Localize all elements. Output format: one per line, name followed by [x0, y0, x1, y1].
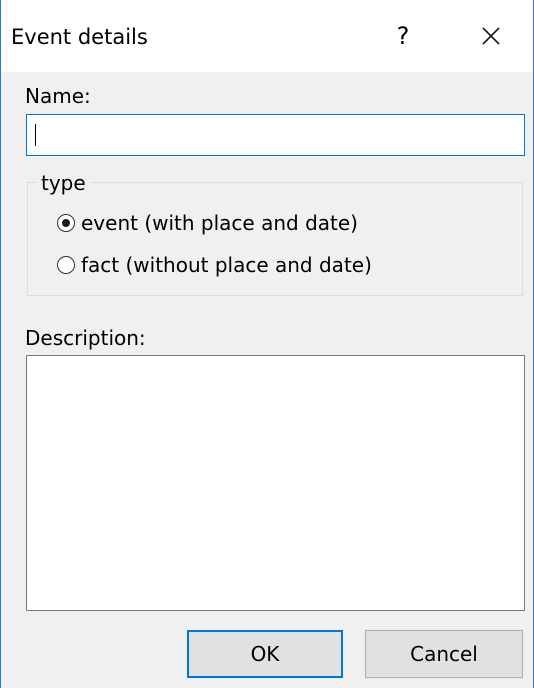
- close-icon: [482, 27, 500, 45]
- name-input[interactable]: [26, 114, 525, 156]
- radio-fact-label[interactable]: fact (without place and date): [81, 253, 372, 277]
- radio-fact[interactable]: fact (without place and date): [57, 251, 372, 279]
- event-details-dialog: Event details ? Name: type event (with p…: [0, 0, 534, 688]
- radio-button-unselected[interactable]: [57, 256, 75, 274]
- ok-button[interactable]: OK: [187, 630, 343, 678]
- cancel-button[interactable]: Cancel: [365, 630, 523, 678]
- help-icon: ?: [396, 22, 410, 50]
- description-label: Description:: [25, 326, 146, 350]
- type-group-legend: type: [37, 171, 90, 195]
- title-bar[interactable]: Event details ?: [1, 0, 533, 72]
- radio-button-selected[interactable]: [57, 214, 75, 232]
- text-caret: [35, 124, 36, 146]
- close-button[interactable]: [467, 16, 515, 56]
- radio-dot: [61, 218, 70, 227]
- name-label: Name:: [25, 84, 91, 108]
- radio-event-label[interactable]: event (with place and date): [81, 211, 358, 235]
- radio-event[interactable]: event (with place and date): [57, 209, 358, 237]
- dialog-title: Event details: [11, 25, 148, 49]
- help-button[interactable]: ?: [383, 16, 423, 56]
- description-textarea[interactable]: [26, 355, 525, 611]
